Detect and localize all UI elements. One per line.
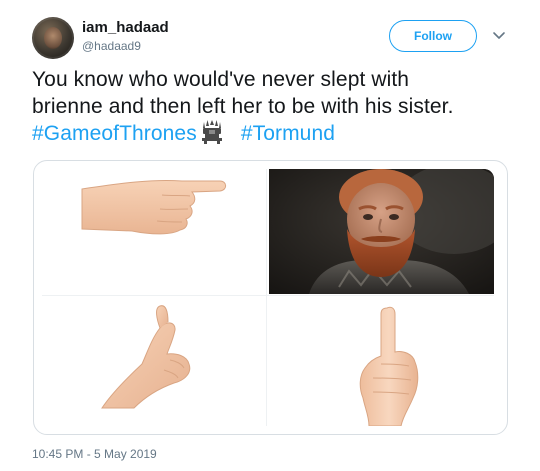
hashtag-gameofthrones[interactable]: #GameofThrones: [32, 122, 197, 145]
user-handle[interactable]: @hadaad9: [82, 39, 141, 53]
avatar-ring: [32, 17, 74, 59]
iron-throne-icon: [201, 120, 223, 151]
tweet-line-2: brienne and then left her to be with his…: [32, 95, 454, 118]
hand-pointing-up-icon: [359, 306, 419, 426]
tormund-photo: [269, 169, 494, 294]
hashtag-tormund[interactable]: #Tormund: [241, 122, 335, 145]
panel-hand-pointing-right[interactable]: [42, 169, 265, 294]
panel-hand-pointing-up[interactable]: [269, 298, 494, 426]
tweet-text: You know who would've never slept with b…: [32, 66, 522, 151]
grid-divider-vertical: [266, 169, 267, 426]
grid-divider-horizontal: [42, 295, 494, 296]
avatar[interactable]: [32, 17, 74, 59]
tweet-line-1: You know who would've never slept with: [32, 68, 410, 91]
chevron-down-icon[interactable]: [491, 28, 507, 44]
panel-tormund-photo[interactable]: [269, 169, 494, 294]
panel-hand-pointing-down[interactable]: [42, 298, 265, 426]
media-grid[interactable]: [33, 160, 508, 435]
hand-pointing-down-icon: [101, 305, 191, 409]
tweet-hashtags: #GameofThrones #Tormund: [32, 120, 522, 151]
hand-pointing-right-icon: [81, 179, 227, 235]
tweet-timestamp[interactable]: 10:45 PM - 5 May 2019: [32, 447, 157, 461]
display-name[interactable]: iam_hadaad: [82, 19, 169, 36]
follow-button[interactable]: Follow: [389, 20, 477, 52]
